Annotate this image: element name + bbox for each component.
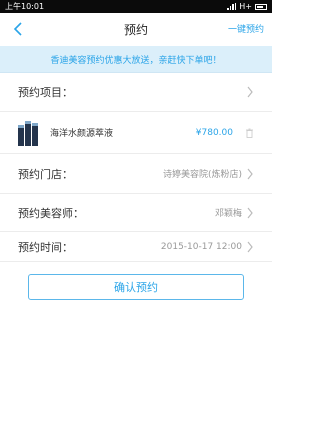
promo-text: 香迪美容预约优惠大放送，亲赶快下单吧！ [50,55,222,66]
booking-item-label: 预约项目： [18,85,73,99]
chevron-right-icon [247,207,253,218]
chevron-right-icon [247,86,253,97]
store-label: 预约门店： [18,167,73,181]
beautician-value: 邓颖梅 [214,209,242,219]
product-price: ¥780.00 [195,127,233,138]
signal-icon [227,3,237,10]
trash-icon[interactable] [245,128,254,138]
chevron-right-icon [247,168,253,179]
product-row: 海洋水颜源萃液 ¥780.00 [0,112,272,154]
beautician-row[interactable]: 预约美容师： 邓颖梅 [0,194,272,232]
confirm-booking-label: 确认预约 [114,281,158,294]
chevron-right-icon [247,241,253,252]
battery-icon [255,3,267,10]
status-bar: 上午10:01 H+ [0,0,272,13]
time-value: 2015-10-17 12:00 [160,241,242,252]
nav-bar: 预约 一键预约 [0,13,272,47]
page-title: 预约 [123,23,148,37]
beautician-label: 预约美容师： [18,206,84,220]
store-value: 诗婷美容院(炼粉店) [162,170,242,180]
product-name: 海洋水颜源萃液 [50,129,114,139]
time-label: 预约时间： [18,240,73,254]
product-image [18,120,40,146]
status-time: 上午10:01 [5,2,45,11]
confirm-booking-button[interactable]: 确认预约 [28,274,244,300]
one-click-booking-button[interactable]: 一键预约 [228,22,264,35]
booking-item-row[interactable]: 预约项目： [0,72,272,112]
time-row[interactable]: 预约时间： 2015-10-17 12:00 [0,232,272,262]
store-row[interactable]: 预约门店： 诗婷美容院(炼粉店) [0,154,272,194]
back-arrow-icon[interactable] [12,21,26,37]
promo-banner: 香迪美容预约优惠大放送，亲赶快下单吧！ [0,46,272,73]
status-icons: H+ [227,2,267,11]
network-type: H+ [239,2,252,11]
